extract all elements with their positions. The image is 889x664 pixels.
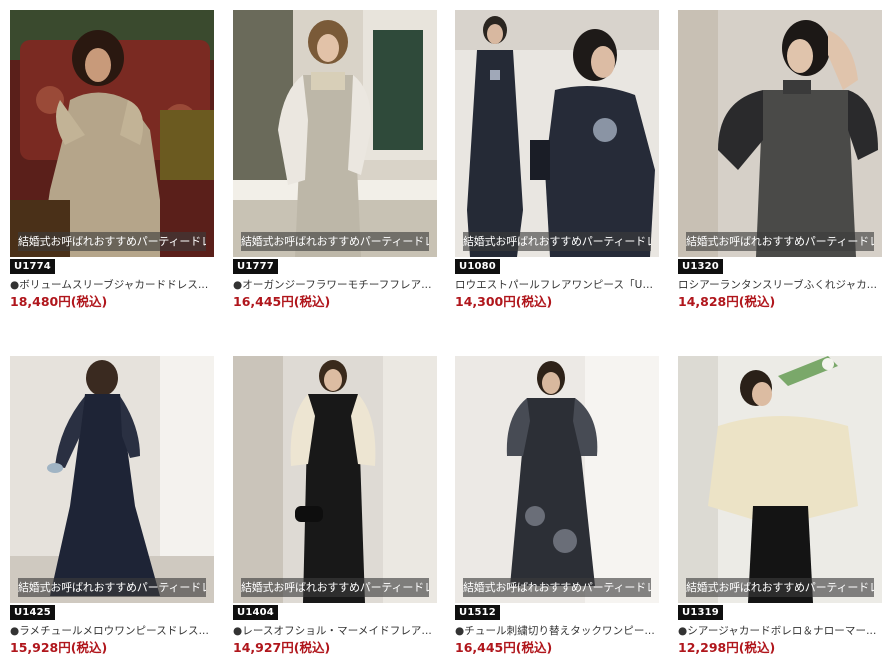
product-name[interactable]: ロウエストパールフレアワンピース「U1... (455, 278, 659, 292)
product-price: 14,828円(税込) (678, 294, 776, 309)
product-code-badge: U1512 (455, 605, 500, 620)
product-photo (678, 10, 882, 257)
image-overlay-label: 結婚式お呼ばれおすすめパーティードレス (18, 578, 206, 597)
product-price: 14,927円(税込) (233, 640, 331, 655)
product-name[interactable]: ●ボリュームスリーブジャカードドレス... (10, 278, 214, 292)
image-overlay-label: 結婚式お呼ばれおすすめパーティードレス (241, 232, 429, 251)
image-overlay-label: 結婚式お呼ばれおすすめパーティードレス (463, 232, 651, 251)
product-name[interactable]: ●ラメチュールメロウワンピースドレス... (10, 624, 214, 638)
product-image[interactable]: 結婚式お呼ばれおすすめパーティードレス (455, 356, 659, 603)
product-code-badge: U1080 (455, 259, 500, 274)
product-grid: 結婚式お呼ばれおすすめパーティードレス U1774 ●ボリュームスリーブジャカー… (0, 0, 889, 664)
product-photo (455, 356, 659, 603)
product-price: 16,445円(税込) (455, 640, 553, 655)
product-code-badge: U1774 (10, 259, 55, 274)
product-photo (10, 356, 214, 603)
product-code-badge: U1319 (678, 605, 723, 620)
product-photo (233, 10, 437, 257)
product-image[interactable]: 結婚式お呼ばれおすすめパーティードレス (233, 356, 437, 603)
product-code-badge: U1777 (233, 259, 278, 274)
image-overlay-label: 結婚式お呼ばれおすすめパーティードレス (463, 578, 651, 597)
product-photo (678, 356, 882, 603)
image-overlay-label: 結婚式お呼ばれおすすめパーティードレス (241, 578, 429, 597)
product-image[interactable]: 結婚式お呼ばれおすすめパーティードレス (678, 356, 882, 603)
product-price: 15,928円(税込) (10, 640, 108, 655)
product-price: 16,445円(税込) (233, 294, 331, 309)
product-photo (233, 356, 437, 603)
product-price: 14,300円(税込) (455, 294, 553, 309)
product-name[interactable]: ●レースオフショル・マーメイドフレア... (233, 624, 437, 638)
product-name[interactable]: ●オーガンジーフラワーモチーフフレア... (233, 278, 437, 292)
product-name[interactable]: ●チュール刺繍切り替えタックワンピー... (455, 624, 659, 638)
product-code-badge: U1425 (10, 605, 55, 620)
image-overlay-label: 結婚式お呼ばれおすすめパーティードレス (18, 232, 206, 251)
product-name[interactable]: ロシアーランタンスリーブふくれジャカ... (678, 278, 882, 292)
product-photo (10, 10, 214, 257)
product-image[interactable]: 結婚式お呼ばれおすすめパーティードレス (678, 10, 882, 257)
image-overlay-label: 結婚式お呼ばれおすすめパーティードレス (686, 232, 874, 251)
image-overlay-label: 結婚式お呼ばれおすすめパーティードレス (686, 578, 874, 597)
product-name[interactable]: ●シアージャカードボレロ＆ナローマー... (678, 624, 882, 638)
product-price: 12,298円(税込) (678, 640, 776, 655)
product-code-badge: U1320 (678, 259, 723, 274)
product-image[interactable]: 結婚式お呼ばれおすすめパーティードレス (10, 356, 214, 603)
product-image[interactable]: 結婚式お呼ばれおすすめパーティードレス (455, 10, 659, 257)
product-code-badge: U1404 (233, 605, 278, 620)
product-image[interactable]: 結婚式お呼ばれおすすめパーティードレス (233, 10, 437, 257)
product-image[interactable]: 結婚式お呼ばれおすすめパーティードレス (10, 10, 214, 257)
product-price: 18,480円(税込) (10, 294, 108, 309)
product-photo (455, 10, 659, 257)
